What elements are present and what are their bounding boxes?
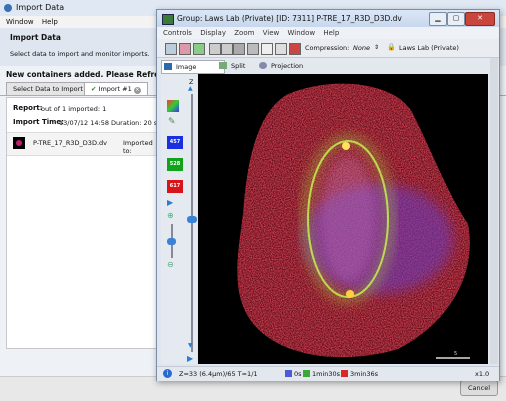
file-name: P-TRE_17_R3D_D3D.dv <box>33 139 107 147</box>
file-status: Imported to: <box>123 139 153 155</box>
import-file-row[interactable]: P-TRE_17_R3D_D3D.dv Imported to: <box>7 132 159 156</box>
maximize-button[interactable]: ▢ <box>447 12 465 26</box>
tab-select-data-label: Select Data to Import <box>13 85 83 93</box>
status-text: Z=33 (6.4µm)/65 T=1/1 <box>179 370 258 378</box>
menu-view[interactable]: View <box>263 29 280 37</box>
projection-icon <box>259 62 267 69</box>
menu-window[interactable]: Window <box>288 29 316 37</box>
tab-image-label: Image <box>176 63 197 71</box>
close-tab-icon[interactable]: × <box>133 87 141 94</box>
time-red-icon <box>341 370 348 377</box>
channel-617-label: 617 <box>169 183 181 189</box>
menu-zoom[interactable]: Zoom <box>234 29 254 37</box>
zoom-slider-handle[interactable] <box>167 238 176 245</box>
zoom-icon[interactable] <box>261 43 273 55</box>
time-blue-icon <box>285 370 292 377</box>
group-label: Laws Lab (Private) <box>399 44 459 52</box>
channel-528-button[interactable]: 528 <box>167 158 183 171</box>
play-icon[interactable]: ▶ <box>167 198 173 207</box>
viewer-scrollbar[interactable] <box>490 58 498 364</box>
channel-528-label: 528 <box>169 161 181 167</box>
time-0: 0s <box>294 370 302 378</box>
menu-controls[interactable]: Controls <box>163 29 192 37</box>
compression-label: Compression: <box>305 44 350 52</box>
tab-split-label: Split <box>231 62 246 70</box>
microscopy-image-canvas: 5 <box>237 83 470 359</box>
viewer-tabs: Image Split Projection <box>157 58 499 74</box>
zoom-level: x1.0 <box>475 370 490 378</box>
viewer-titlebar: Group: Laws Lab (Private) [ID: 7311] P-T… <box>157 10 499 27</box>
copy-icon[interactable] <box>209 43 221 55</box>
viewer-toolbar: Compression: None ⇕ 🔒 Laws Lab (Private) <box>157 39 499 58</box>
tab-import-1-label: Import #1 <box>98 85 132 93</box>
viewer-app-icon <box>162 14 174 25</box>
refresh-notice: New containers added. Please Refresh <box>6 70 170 79</box>
compression-select[interactable]: None <box>353 44 370 52</box>
viewer-side-controls: ✎ 457 528 617 ▶ ⊕ ⊖ Z ▲ ▼ ▶ <box>161 74 197 364</box>
z-play-icon[interactable]: ▶ <box>187 354 193 363</box>
lock-icon: 🔒 <box>387 43 396 51</box>
channel-457-button[interactable]: 457 <box>167 136 183 149</box>
lens-icon[interactable] <box>247 43 259 55</box>
channel-457-label: 457 <box>169 139 181 145</box>
split-icon <box>219 62 227 69</box>
time-green-icon <box>303 370 310 377</box>
zoom-out-icon[interactable]: ⊖ <box>167 260 174 269</box>
grid-icon[interactable] <box>233 43 245 55</box>
import-header-subtitle: Select data to import and monitor import… <box>10 50 150 58</box>
pole-bottom <box>346 290 354 298</box>
app-icon <box>4 4 12 12</box>
viewer-title: Group: Laws Lab (Private) [ID: 7311] P-T… <box>177 14 402 23</box>
save-icon[interactable] <box>165 43 177 55</box>
measure-icon[interactable] <box>275 43 287 55</box>
cancel-button[interactable]: Cancel <box>460 380 498 396</box>
settings-icon[interactable] <box>179 43 191 55</box>
tab-import-1[interactable]: ✔ Import #1 × <box>84 82 148 95</box>
eyedropper-icon[interactable]: ✎ <box>168 117 176 127</box>
viewer-statusbar: i Z=33 (6.4µm)/65 T=1/1 0s 1min30s 3min3… <box>157 366 499 381</box>
import-report-panel: Report: out of 1 imported: 1 Import Time… <box>6 97 180 349</box>
channel-617-button[interactable]: 617 <box>167 180 183 193</box>
flag-icon[interactable] <box>289 43 301 55</box>
color-palette-icon[interactable] <box>167 100 179 112</box>
report-value: out of 1 imported: 1 <box>41 105 107 113</box>
spindle-inner-region <box>318 154 378 284</box>
zoom-in-icon[interactable]: ⊕ <box>167 211 174 220</box>
z-down-arrow-icon[interactable]: ▼ <box>188 342 193 349</box>
viewer-menubar: Controls Display Zoom View Window Help <box>157 27 499 39</box>
report-label: Report: <box>13 104 43 112</box>
microscopy-image[interactable]: 5 <box>198 74 488 364</box>
time-2: 3min36s <box>350 370 379 378</box>
paste-icon[interactable] <box>221 43 233 55</box>
pole-top <box>342 142 350 150</box>
menu-help[interactable]: Help <box>323 29 339 37</box>
menu-display[interactable]: Display <box>200 29 226 37</box>
image-icon <box>164 63 172 70</box>
file-thumbnail <box>13 137 25 149</box>
tab-select-data[interactable]: Select Data to Import <box>6 82 90 95</box>
check-icon: ✔ <box>91 85 97 93</box>
image-viewer-window: Group: Laws Lab (Private) [ID: 7311] P-T… <box>156 9 500 381</box>
minimize-button[interactable]: ▁ <box>429 12 447 26</box>
info-icon[interactable]: i <box>163 369 172 378</box>
menu-window[interactable]: Window <box>6 18 34 26</box>
tab-projection-label: Projection <box>271 62 304 70</box>
chevron-down-icon[interactable]: ⇕ <box>374 44 379 51</box>
tab-image[interactable]: Image <box>161 60 225 74</box>
z-slider-track[interactable] <box>191 94 193 352</box>
menu-help[interactable]: Help <box>42 18 58 26</box>
close-button[interactable]: ✕ <box>465 12 495 26</box>
time-1: 1min30s <box>312 370 341 378</box>
z-up-arrow-icon[interactable]: ▲ <box>188 85 193 92</box>
import-window-title: Import Data <box>16 3 65 12</box>
scale-bar-label: 5 <box>454 351 457 357</box>
import-header-title: Import Data <box>10 33 61 42</box>
refresh-icon[interactable] <box>193 43 205 55</box>
z-slider-handle[interactable] <box>187 216 197 223</box>
import-time-label: Import Time: <box>13 118 64 126</box>
tab-projection[interactable]: Projection <box>257 60 329 72</box>
